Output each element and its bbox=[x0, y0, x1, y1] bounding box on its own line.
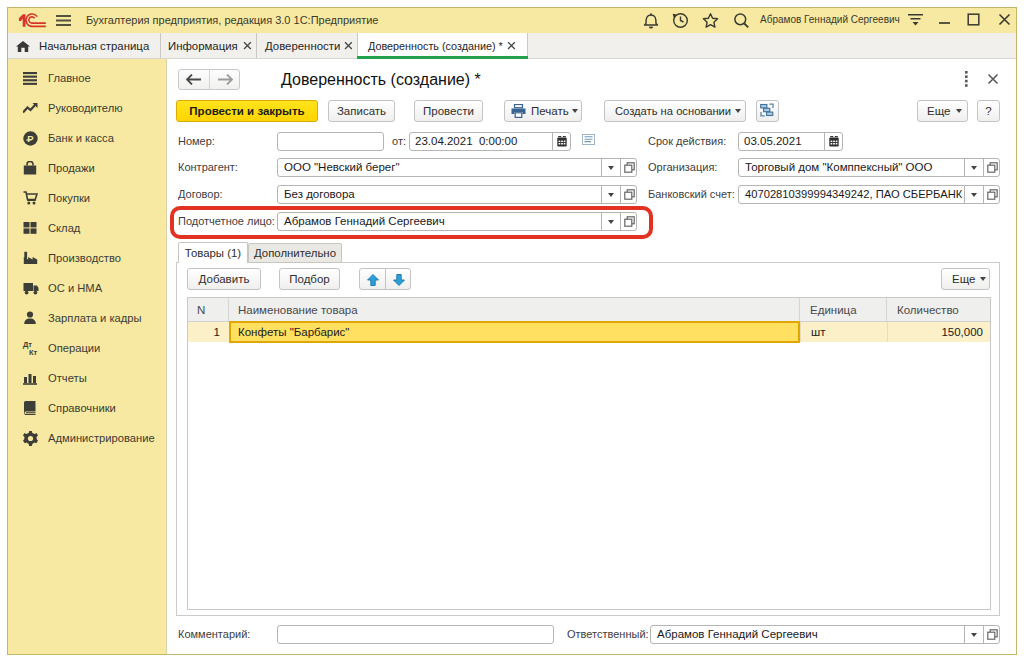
svg-text:P: P bbox=[27, 133, 34, 144]
